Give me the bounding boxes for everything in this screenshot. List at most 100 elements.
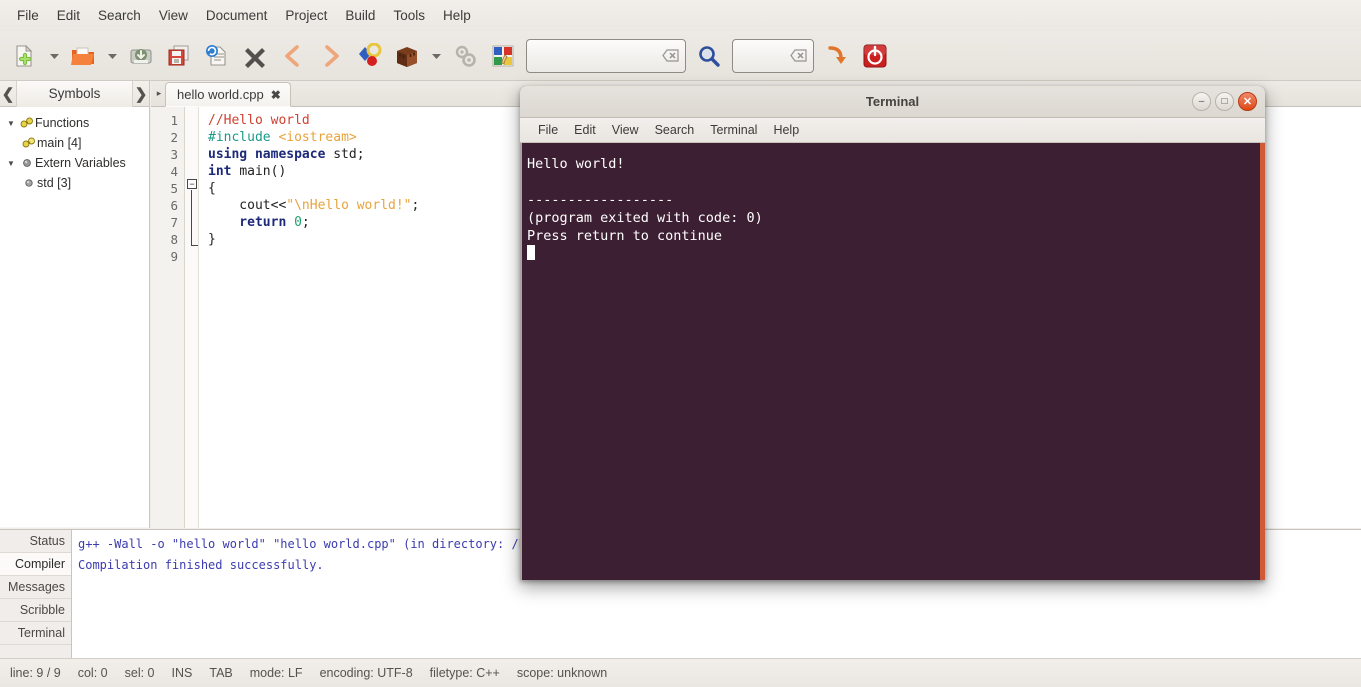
fold-end-tick [191, 245, 198, 246]
jump-to-icon[interactable] [818, 37, 856, 75]
sidebar-tab-symbols[interactable]: Symbols [16, 81, 133, 107]
terminal-menu-search[interactable]: Search [647, 121, 703, 139]
tree-item-functions[interactable]: ▼ Functions [4, 113, 149, 133]
status-indent: TAB [209, 666, 232, 680]
terminal-cursor-line [527, 245, 1260, 263]
revert-icon[interactable] [198, 37, 236, 75]
msg-tab-scribble[interactable]: Scribble [0, 599, 71, 622]
terminal-menu-bar: File Edit View Search Terminal Help [520, 118, 1265, 143]
line-number: 9 [151, 248, 184, 265]
window-controls: – □ ✕ [1192, 92, 1257, 111]
variable-group-icon [18, 157, 35, 169]
menu-item-search[interactable]: Search [89, 5, 150, 27]
menu-item-edit[interactable]: Edit [48, 5, 89, 27]
open-file-dropdown-icon[interactable] [102, 37, 122, 75]
status-scope: scope: unknown [517, 666, 607, 680]
new-file-dropdown-icon[interactable] [44, 37, 64, 75]
menu-item-project[interactable]: Project [276, 5, 336, 27]
goto-line-input[interactable] [732, 39, 814, 73]
line-number: 3 [151, 146, 184, 163]
terminal-menu-terminal[interactable]: Terminal [702, 121, 765, 139]
tree-item-label: main [4] [37, 136, 81, 150]
line-number: 1 [151, 112, 184, 129]
sidebar-header: ❮ Symbols ❯ [0, 81, 149, 107]
menu-item-file[interactable]: File [8, 5, 48, 27]
terminal-cursor [527, 245, 535, 260]
new-file-icon[interactable] [6, 37, 44, 75]
menu-item-document[interactable]: Document [197, 5, 277, 27]
back-icon[interactable] [274, 37, 312, 75]
color-chooser-icon[interactable] [484, 37, 522, 75]
close-icon[interactable]: ✕ [1238, 92, 1257, 111]
status-encoding: encoding: UTF-8 [320, 666, 413, 680]
geany-ide-window: File Edit Search View Document Project B… [0, 0, 1361, 687]
terminal-output-line: Hello world! [527, 155, 1260, 173]
clear-entry-icon[interactable] [790, 49, 807, 62]
close-document-icon[interactable] [236, 37, 274, 75]
terminal-output-line: (program exited with code: 0) [527, 209, 1260, 227]
menu-item-help[interactable]: Help [434, 5, 480, 27]
close-icon[interactable]: ✖ [271, 88, 281, 102]
status-sel: sel: 0 [125, 666, 155, 680]
variable-icon [20, 177, 37, 189]
terminal-menu-edit[interactable]: Edit [566, 121, 604, 139]
line-number: 4 [151, 163, 184, 180]
msg-tab-terminal[interactable]: Terminal [0, 622, 71, 645]
quit-icon[interactable] [856, 37, 894, 75]
msg-tab-compiler[interactable]: Compiler [0, 553, 71, 576]
status-insert-mode: INS [172, 666, 193, 680]
menu-item-view[interactable]: View [150, 5, 197, 27]
tree-item-label: Extern Variables [35, 156, 126, 170]
line-number: 8 [151, 231, 184, 248]
compile-icon[interactable] [350, 37, 388, 75]
clear-entry-icon[interactable] [662, 49, 679, 62]
tab-scroll-arrow-icon[interactable]: ▸ [153, 80, 165, 106]
document-tab-hello-world-cpp[interactable]: hello world.cpp ✖ [165, 82, 291, 107]
search-input[interactable] [526, 39, 686, 73]
symbols-tree: ▼ Functions [0, 107, 149, 527]
msg-tab-messages[interactable]: Messages [0, 576, 71, 599]
menu-item-build[interactable]: Build [336, 5, 384, 27]
line-number: 2 [151, 129, 184, 146]
sidebar-prev-arrow-icon[interactable]: ❮ [0, 85, 16, 103]
forward-icon[interactable] [312, 37, 350, 75]
fold-toggle-icon[interactable]: − [187, 179, 197, 189]
tree-item-label: std [3] [37, 176, 71, 190]
tree-item-main[interactable]: main [4] [4, 133, 149, 153]
build-dropdown-icon[interactable] [426, 37, 446, 75]
terminal-title-bar[interactable]: Terminal – □ ✕ [520, 86, 1265, 118]
status-line: line: 9 / 9 [10, 666, 61, 680]
open-file-icon[interactable] [64, 37, 102, 75]
terminal-window[interactable]: Terminal – □ ✕ File Edit View Search Ter… [520, 86, 1265, 580]
sidebar-next-arrow-icon[interactable]: ❯ [133, 85, 149, 103]
sidebar: ❮ Symbols ❯ ▼ Functions [0, 81, 150, 528]
tree-item-std[interactable]: std [3] [4, 173, 149, 193]
line-number-gutter: 1 2 3 4 5 6 7 8 9 [151, 107, 185, 528]
save-all-icon[interactable] [160, 37, 198, 75]
menu-item-tools[interactable]: Tools [384, 5, 434, 27]
save-icon[interactable] [122, 37, 160, 75]
terminal-menu-help[interactable]: Help [765, 121, 807, 139]
tree-item-extern-variables[interactable]: ▼ Extern Variables [4, 153, 149, 173]
line-number: 7 [151, 214, 184, 231]
status-col: col: 0 [78, 666, 108, 680]
search-icon[interactable] [690, 37, 728, 75]
status-filetype: filetype: C++ [430, 666, 500, 680]
terminal-output-line: Press return to continue [527, 227, 1260, 245]
status-eol-mode: mode: LF [250, 666, 303, 680]
minimize-icon[interactable]: – [1192, 92, 1211, 111]
terminal-menu-file[interactable]: File [530, 121, 566, 139]
build-icon[interactable] [388, 37, 426, 75]
document-tab-label: hello world.cpp [177, 87, 264, 102]
fold-margin[interactable]: − [185, 107, 199, 528]
expander-icon[interactable]: ▼ [4, 119, 18, 128]
msg-tab-status[interactable]: Status [0, 530, 71, 553]
terminal-menu-view[interactable]: View [604, 121, 647, 139]
tree-item-label: Functions [35, 116, 89, 130]
function-group-icon [18, 117, 35, 129]
terminal-output-line: ------------------ [527, 191, 1260, 209]
expander-icon[interactable]: ▼ [4, 159, 18, 168]
terminal-output-area[interactable]: Hello world! ------------------ (program… [520, 143, 1265, 580]
maximize-icon[interactable]: □ [1215, 92, 1234, 111]
preferences-icon[interactable] [446, 37, 484, 75]
